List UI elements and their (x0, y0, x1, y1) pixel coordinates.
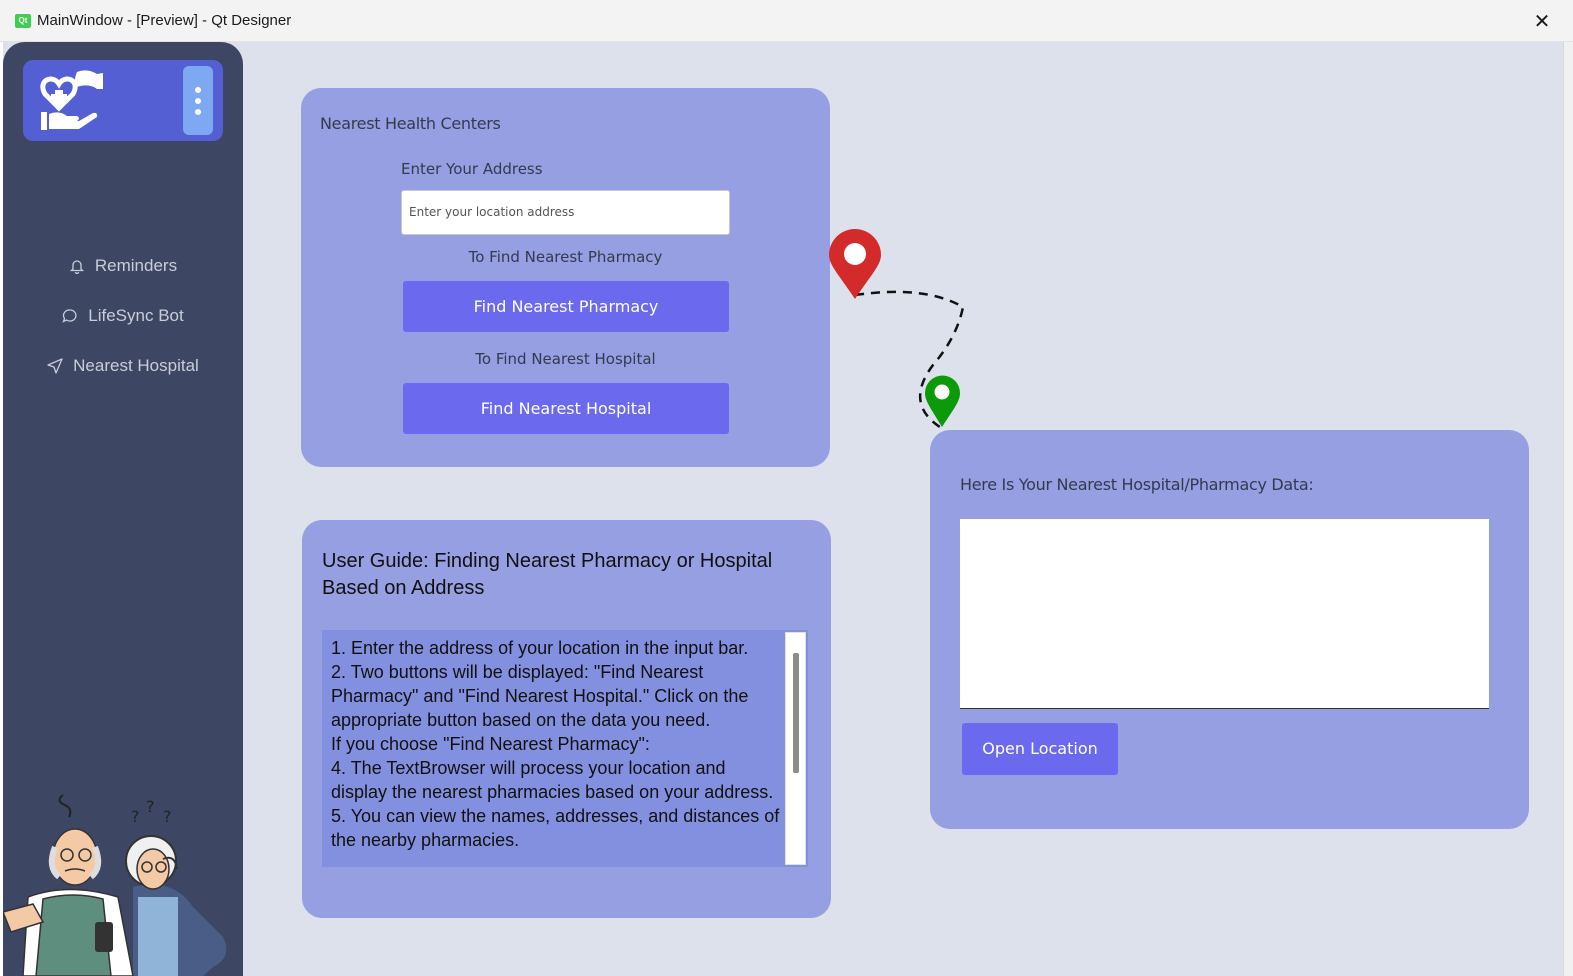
title-bar: Qt MainWindow - [Preview] - Qt Designer … (0, 0, 1573, 42)
navigation-arrow-icon (47, 358, 63, 374)
sidebar: Reminders LifeSync Bot Nearest Hospital … (3, 42, 243, 976)
guide-line: If you choose "Find Nearest Pharmacy": (331, 734, 650, 754)
user-guide-text: 1. Enter the address of your location in… (331, 636, 786, 852)
main-window: Reminders LifeSync Bot Nearest Hospital … (3, 42, 1563, 976)
guide-line: 1. Enter the address of your location in… (331, 638, 749, 658)
sidebar-item-label: LifeSync Bot (88, 306, 184, 325)
sidebar-item-label: Reminders (94, 256, 178, 275)
results-title: Here Is Your Nearest Hospital/Pharmacy D… (960, 475, 1314, 494)
svg-text:?: ? (131, 807, 140, 826)
user-guide-card: User Guide: Finding Nearest Pharmacy or … (302, 520, 831, 918)
sidebar-item-reminders[interactable]: Reminders (23, 248, 223, 284)
results-text-browser[interactable] (960, 519, 1489, 709)
logo-box (23, 60, 223, 141)
address-input[interactable]: Enter your location address (401, 190, 730, 235)
route-map-decoration (829, 229, 965, 431)
hand-heart-care-icon (40, 70, 103, 130)
sidebar-item-nearest-hospital[interactable]: Nearest Hospital (23, 348, 223, 384)
close-button[interactable]: ✕ (1526, 8, 1558, 36)
window-title: MainWindow - [Preview] - Qt Designer (37, 12, 292, 29)
address-label: Enter Your Address (401, 160, 543, 178)
map-pin-green-icon (925, 375, 960, 427)
open-location-button[interactable]: Open Location (962, 723, 1118, 775)
user-guide-text-browser[interactable]: 1. Enter the address of your location in… (322, 630, 808, 867)
confused-elderly-couple-illustration: ? ? ? (3, 794, 227, 976)
results-card: Here Is Your Nearest Hospital/Pharmacy D… (930, 430, 1529, 829)
sidebar-item-lifesync-bot[interactable]: LifeSync Bot (23, 298, 223, 334)
hospital-hint-label: To Find Nearest Hospital (475, 350, 656, 368)
vertical-dots-icon (195, 87, 201, 93)
user-guide-title: User Guide: Finding Nearest Pharmacy or … (322, 550, 773, 599)
find-nearest-hospital-button[interactable]: Find Nearest Hospital (403, 383, 729, 434)
map-pin-red-icon (829, 229, 881, 299)
health-centers-title: Nearest Health Centers (320, 114, 501, 133)
pharmacy-hint-label: To Find Nearest Pharmacy (468, 248, 663, 266)
guide-line: 2. Two buttons will be displayed: "Find … (331, 662, 749, 730)
menu-toggle-button[interactable] (183, 66, 213, 135)
guide-line: 5. You can view the names, addresses, an… (331, 806, 780, 850)
right-edge-strip (1563, 42, 1573, 976)
svg-text:?: ? (146, 797, 155, 816)
qt-app-icon: Qt (15, 14, 31, 28)
svg-text:?: ? (163, 807, 172, 826)
find-nearest-pharmacy-button[interactable]: Find Nearest Pharmacy (403, 281, 729, 332)
chat-bubble-icon (62, 309, 77, 323)
guide-line: 4. The TextBrowser will process your loc… (331, 758, 774, 802)
bell-icon (69, 260, 84, 274)
sidebar-item-label: Nearest Hospital (73, 356, 199, 375)
guide-scrollbar[interactable] (785, 632, 806, 865)
guide-scrollbar-thumb[interactable] (793, 653, 799, 773)
health-centers-card: Nearest Health Centers Enter Your Addres… (301, 88, 830, 467)
